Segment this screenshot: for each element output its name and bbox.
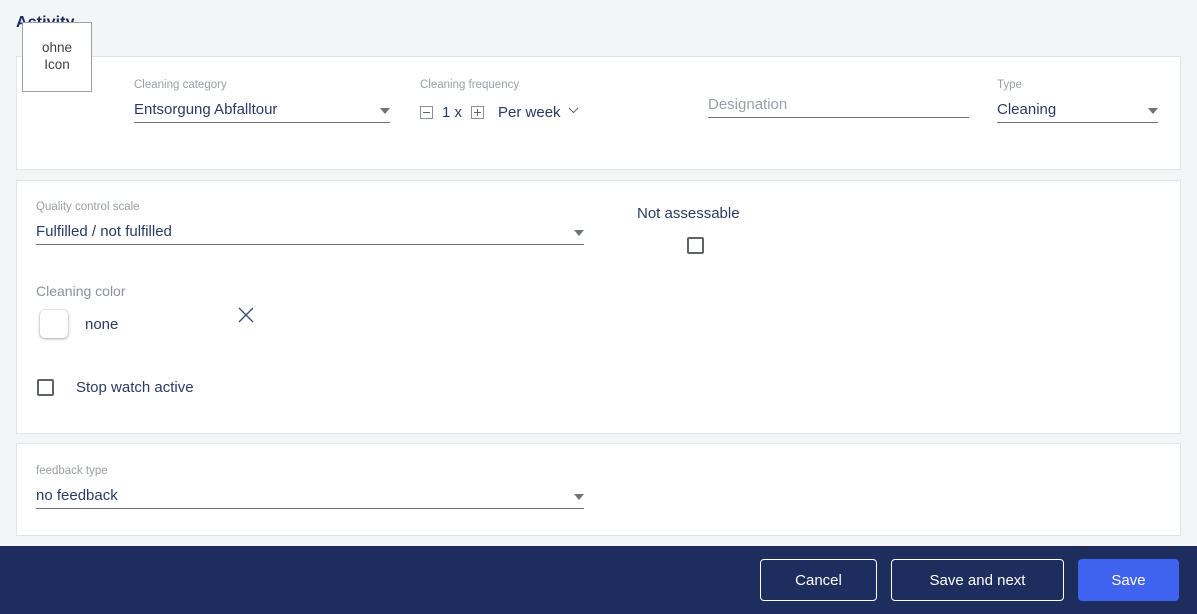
minus-icon[interactable] xyxy=(420,106,433,119)
icon-placeholder-box[interactable]: ohne Icon xyxy=(22,22,92,92)
save-button[interactable]: Save xyxy=(1078,559,1179,601)
feedback-type-value: no feedback xyxy=(36,486,118,504)
type-select[interactable]: Cleaning xyxy=(997,101,1158,123)
cleaning-frequency-label: Cleaning frequency xyxy=(420,79,520,91)
feedback-type-select[interactable]: no feedback xyxy=(36,487,584,509)
cancel-button[interactable]: Cancel xyxy=(760,559,877,601)
chevron-down-icon xyxy=(574,493,584,500)
cleaning-category-value: Entsorgung Abfalltour xyxy=(134,100,278,118)
cleaning-frequency-count: 1 x xyxy=(442,104,463,121)
chevron-down-icon xyxy=(574,229,584,236)
chevron-down-icon xyxy=(380,107,390,114)
cleaning-category-select[interactable]: Entsorgung Abfalltour xyxy=(134,101,390,123)
cleaning-color-label: Cleaning color xyxy=(36,283,126,299)
type-label: Type xyxy=(997,79,1022,91)
footer-action-bar: Cancel Save and next Save xyxy=(0,546,1197,614)
plus-icon[interactable] xyxy=(471,106,485,119)
quality-control-scale-field: Quality control scale Fulfilled / not fu… xyxy=(36,201,584,245)
designation-field: Designation xyxy=(708,96,969,118)
chevron-down-icon[interactable] xyxy=(568,105,579,116)
close-icon[interactable] xyxy=(236,305,256,325)
stop-watch-active-label: Stop watch active xyxy=(76,379,194,396)
feedback-type-field: feedback type no feedback xyxy=(36,465,584,509)
designation-input[interactable]: Designation xyxy=(708,96,969,113)
cleaning-category-field: Cleaning category Entsorgung Abfalltour xyxy=(134,79,390,123)
type-value: Cleaning xyxy=(997,100,1057,118)
not-assessable-label: Not assessable xyxy=(637,205,740,222)
cleaning-color-row: none xyxy=(40,310,118,338)
cleaning-frequency-stepper: 1 x Per week xyxy=(420,101,579,125)
stop-watch-active-row: Stop watch active xyxy=(37,379,194,396)
quality-control-scale-value: Fulfilled / not fulfilled xyxy=(36,222,172,240)
cleaning-color-swatch[interactable] xyxy=(40,310,68,338)
quality-control-scale-select[interactable]: Fulfilled / not fulfilled xyxy=(36,223,584,245)
chevron-down-icon xyxy=(1148,107,1158,114)
not-assessable-checkbox[interactable] xyxy=(687,237,704,254)
save-and-next-button[interactable]: Save and next xyxy=(891,559,1064,601)
cleaning-category-label: Cleaning category xyxy=(134,79,227,91)
cleaning-frequency-field: Cleaning frequency 1 x Per week xyxy=(420,79,579,125)
designation-input-row[interactable]: Designation xyxy=(708,96,969,118)
icon-placeholder-line2: Icon xyxy=(44,57,70,72)
cleaning-frequency-period[interactable]: Per week xyxy=(498,104,561,121)
stop-watch-active-checkbox[interactable] xyxy=(37,379,54,396)
cleaning-color-value: none xyxy=(85,315,119,333)
icon-placeholder-line1: ohne xyxy=(41,40,73,56)
type-field: Type Cleaning xyxy=(997,79,1158,123)
quality-control-scale-label: Quality control scale xyxy=(36,201,140,213)
feedback-type-label: feedback type xyxy=(36,465,108,477)
